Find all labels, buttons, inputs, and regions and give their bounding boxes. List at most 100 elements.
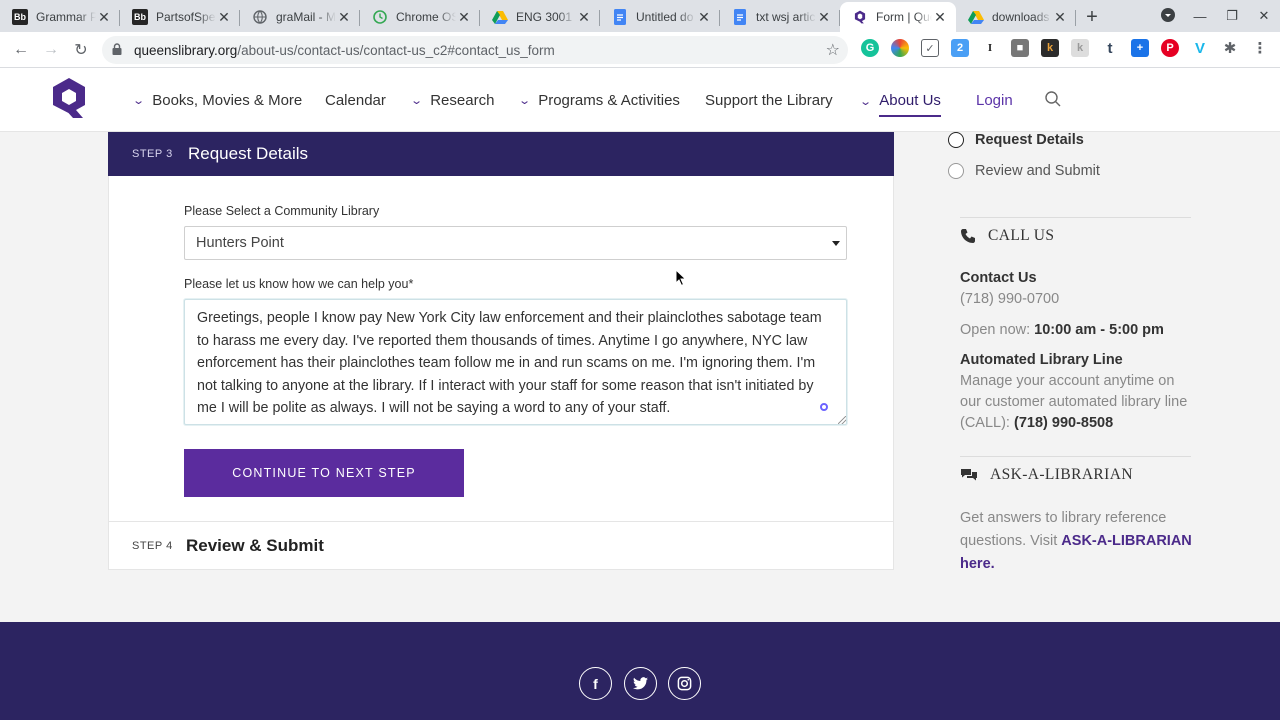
mouse-cursor-icon [675, 269, 687, 287]
nav-label: Support the Library [705, 92, 833, 109]
nav-label: Books, Movies & More [152, 92, 303, 109]
nav-programs[interactable]: ⌄ Programs & Activities [518, 92, 680, 109]
url-path: /about-us/contact-us/contact-us_c2#conta… [237, 42, 555, 58]
step3-header[interactable]: STEP 3 Request Details [108, 132, 894, 176]
progress-step-request-details[interactable]: Request Details [948, 132, 1084, 148]
pinterest-icon[interactable]: P [1161, 39, 1179, 57]
new-tab-button[interactable]: + [1076, 2, 1108, 32]
color-picker-icon[interactable] [891, 39, 909, 57]
close-icon[interactable]: ✕ [816, 9, 832, 26]
gray-extension-icon[interactable]: k [1071, 39, 1089, 57]
automated-line-phone[interactable]: (718) 990-8508 [1014, 415, 1113, 431]
community-library-select[interactable]: Hunters Point [184, 226, 847, 260]
nav-label: Programs & Activities [538, 92, 680, 109]
nav-books[interactable]: ⌄ Books, Movies & More [132, 92, 303, 109]
nav-calendar[interactable]: Calendar [325, 92, 386, 109]
url-host: queenslibrary.org [134, 42, 238, 58]
nav-login[interactable]: Login [976, 92, 1013, 109]
tumblr-icon[interactable]: t [1101, 39, 1119, 57]
tab-title: ENG 3001 - [516, 10, 576, 24]
vimeo-icon[interactable]: V [1191, 39, 1209, 57]
tab-title: txt wsj artic [756, 10, 816, 24]
close-icon[interactable]: ✕ [216, 9, 232, 26]
twitter-icon[interactable] [624, 667, 657, 700]
drive-icon [968, 9, 984, 25]
menu-kebab-icon[interactable]: ⋮ [1251, 39, 1269, 57]
browser-tab[interactable]: graMail - M ✕ [240, 2, 360, 32]
tab-title: Untitled do [636, 10, 694, 24]
clock-icon [372, 9, 388, 25]
progress-label: Review and Submit [975, 163, 1100, 179]
open-label: Open now: [960, 322, 1031, 338]
divider [960, 456, 1191, 457]
grammarly-status-icon[interactable] [820, 403, 828, 411]
k-extension-icon[interactable]: k [1041, 39, 1059, 57]
nav-label: Research [430, 92, 495, 109]
docs-icon [612, 9, 628, 25]
tab-title: PartsofSpe [156, 10, 216, 24]
browser-tab[interactable]: txt wsj artic ✕ [720, 2, 840, 32]
forward-icon[interactable]: → [36, 41, 66, 59]
minimize-icon[interactable]: — [1184, 9, 1216, 24]
step4-title: Review & Submit [186, 535, 324, 555]
contact-phone[interactable]: (718) 990-0700 [960, 289, 1200, 310]
nav-research[interactable]: ⌄ Research [410, 92, 495, 109]
continue-button[interactable]: CONTINUE TO NEXT STEP [184, 449, 464, 497]
bookmark-star-icon[interactable]: ☆ [826, 40, 840, 60]
phone-icon [961, 229, 975, 243]
plus-extension-icon[interactable]: + [1131, 39, 1149, 57]
ask-librarian-heading: ASK-A-LIBRARIAN [960, 466, 1133, 484]
extensions-puzzle-icon[interactable]: ✱ [1221, 39, 1239, 57]
progress-step-review[interactable]: Review and Submit [948, 163, 1100, 179]
grammarly-icon[interactable]: G [861, 39, 879, 57]
bb-icon: Bb [132, 9, 148, 25]
step4-header[interactable]: STEP 4 Review & Submit [108, 522, 894, 570]
close-icon[interactable]: ✕ [696, 9, 712, 26]
tab-search-icon[interactable] [1152, 7, 1184, 25]
window-close-icon[interactable]: ✕ [1248, 8, 1280, 24]
extension-2-icon[interactable]: 2 [951, 39, 969, 57]
automated-line-title: Automated Library Line [960, 352, 1123, 368]
close-icon[interactable]: ✕ [576, 9, 592, 26]
search-icon[interactable] [1044, 90, 1062, 108]
chevron-down-icon: ⌄ [518, 95, 532, 107]
progress-label: Request Details [975, 132, 1084, 148]
back-icon[interactable]: ← [6, 41, 36, 59]
instagram-icon[interactable] [668, 667, 701, 700]
resize-handle[interactable] [838, 416, 846, 424]
browser-tab[interactable]: downloads ✕ [956, 2, 1076, 32]
lock-icon [112, 42, 126, 58]
browser-tab[interactable]: Bb Grammar P ✕ [0, 2, 120, 32]
address-bar[interactable]: queenslibrary.org/about-us/contact-us/co… [102, 36, 848, 64]
italic-extension-icon[interactable]: I [981, 39, 999, 57]
queens-library-logo[interactable] [51, 76, 87, 120]
close-icon[interactable]: ✕ [96, 9, 112, 26]
nav-support[interactable]: Support the Library [705, 92, 833, 109]
close-icon[interactable]: ✕ [456, 9, 472, 26]
tab-title: Form | Que [876, 10, 932, 24]
step3-title: Request Details [188, 144, 309, 163]
browser-tab[interactable]: Bb PartsofSpe ✕ [120, 2, 240, 32]
nav-about-us[interactable]: ⌄ About Us [859, 86, 941, 117]
close-icon[interactable]: ✕ [1052, 9, 1068, 26]
browser-tab[interactable]: Chrome OS ✕ [360, 2, 480, 32]
reload-icon[interactable]: ↻ [66, 40, 96, 60]
qpl-icon [852, 9, 868, 25]
divider [960, 217, 1191, 218]
step-circle-icon [948, 132, 964, 148]
help-message-textarea[interactable]: Greetings, people I know pay New York Ci… [184, 299, 847, 425]
close-icon[interactable]: ✕ [336, 9, 352, 26]
restore-icon[interactable]: ❐ [1216, 8, 1248, 24]
browser-tab-active[interactable]: Form | Que ✕ [840, 2, 956, 32]
nav-label: Calendar [325, 92, 386, 109]
pocket-icon[interactable]: ✓ [921, 39, 939, 57]
close-icon[interactable]: ✕ [932, 9, 948, 26]
browser-tab[interactable]: Untitled do ✕ [600, 2, 720, 32]
contact-us-title: Contact Us [960, 270, 1037, 286]
tab-title: downloads [992, 10, 1050, 24]
facebook-icon[interactable]: f [579, 667, 612, 700]
browser-tab[interactable]: ENG 3001 - ✕ [480, 2, 600, 32]
screenshot-extension-icon[interactable]: ■ [1011, 39, 1029, 57]
automated-line-text: Manage your account anytime on our custo… [960, 371, 1195, 434]
globe-icon [252, 9, 268, 25]
